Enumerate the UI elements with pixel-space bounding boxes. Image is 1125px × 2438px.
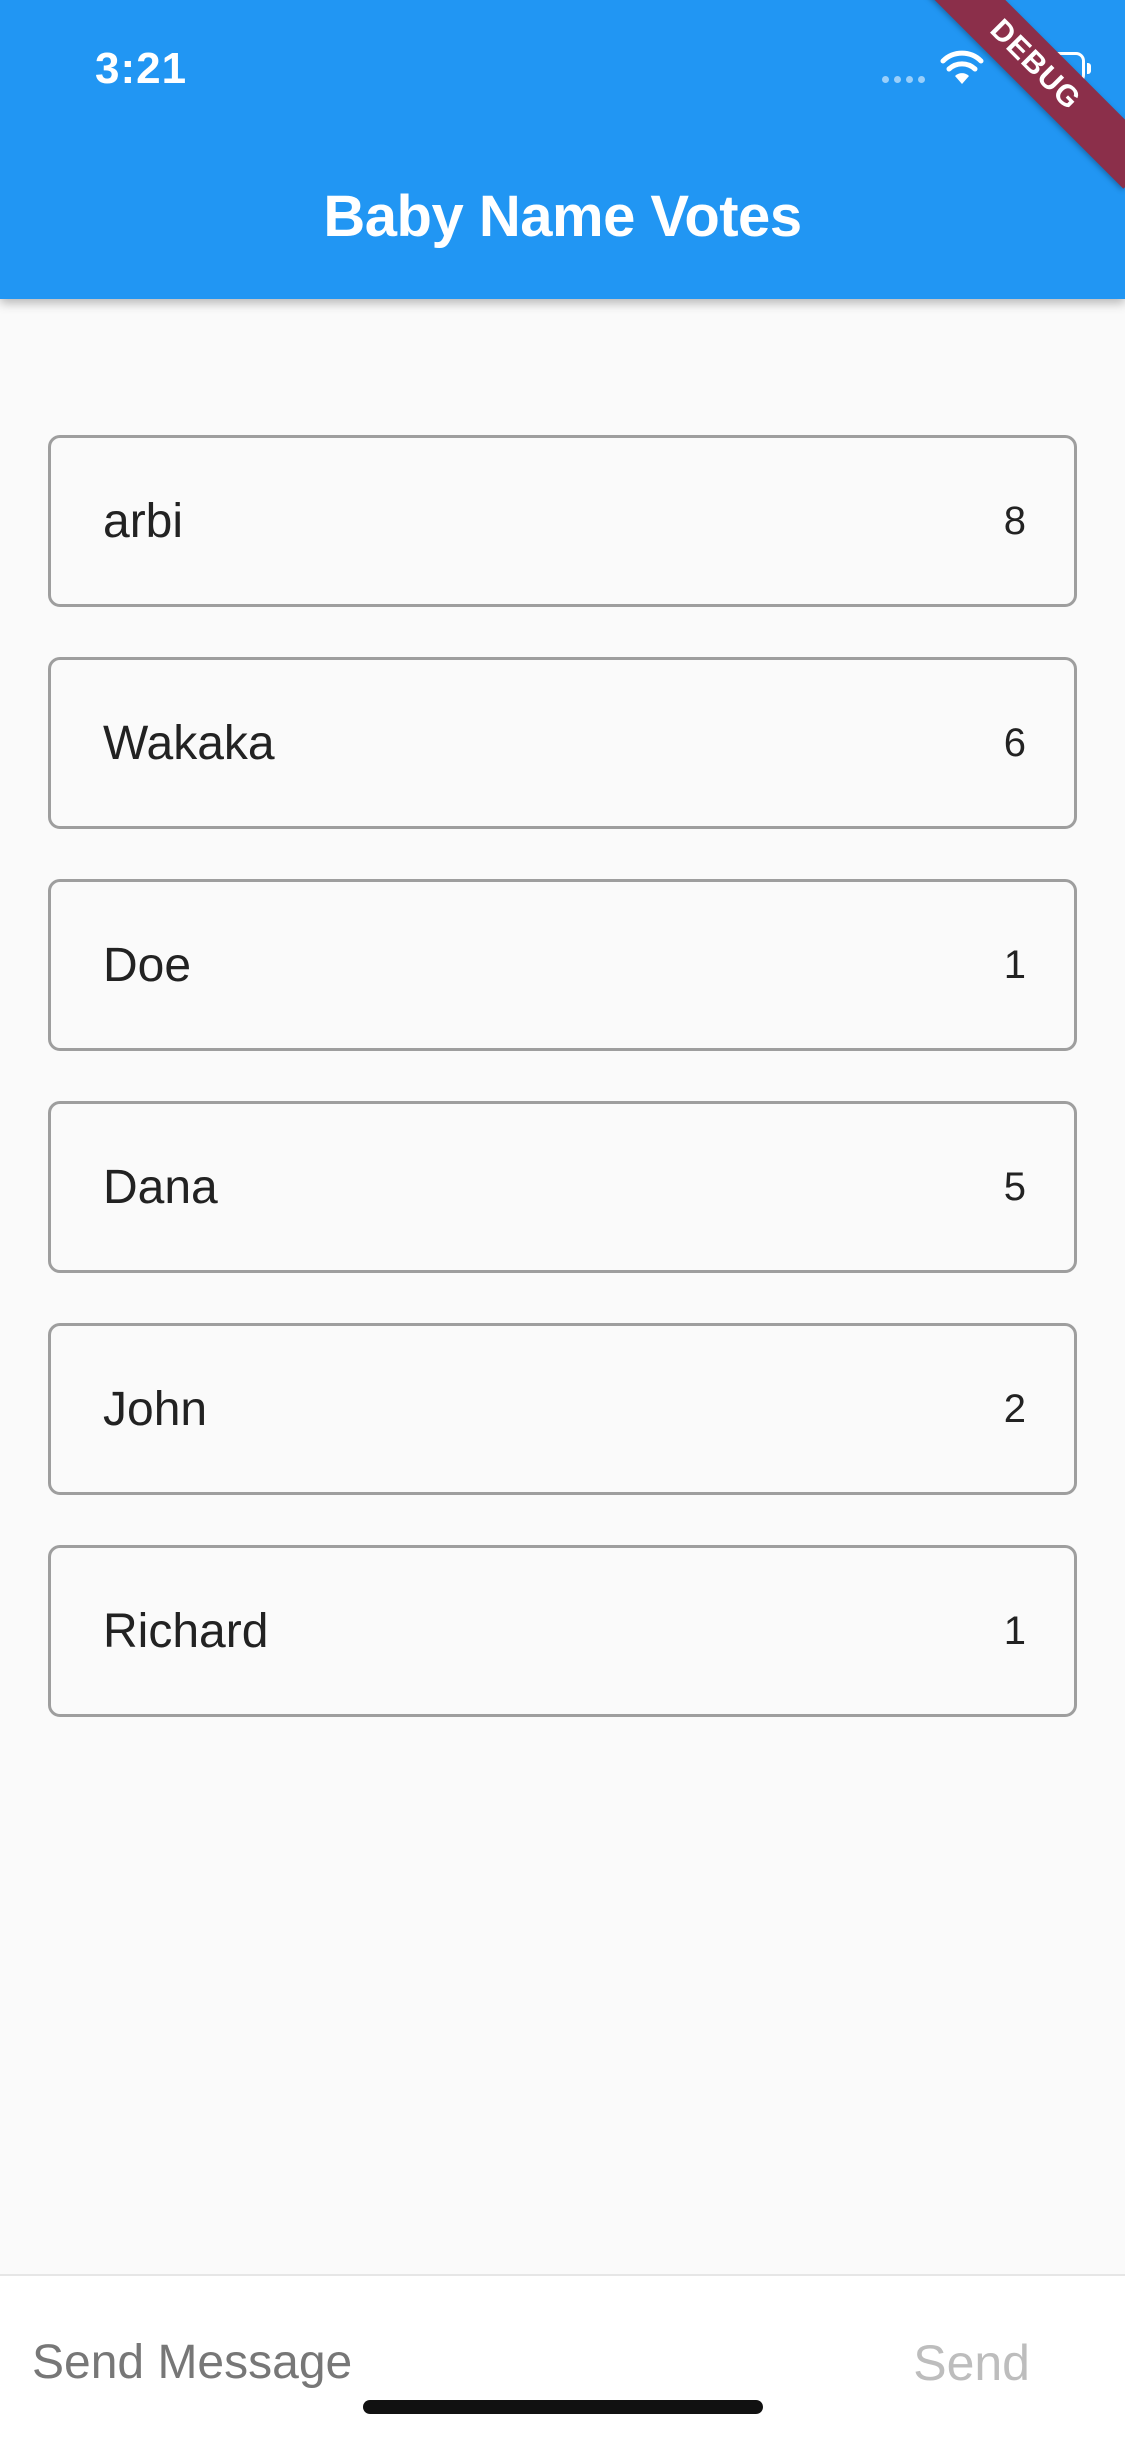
name-label: Richard bbox=[103, 1604, 269, 1658]
name-label: John bbox=[103, 1382, 208, 1436]
home-indicator bbox=[363, 2400, 763, 2414]
wifi-icon bbox=[940, 50, 984, 84]
vote-count: 2 bbox=[1003, 1386, 1026, 1431]
vote-count: 1 bbox=[1003, 942, 1026, 987]
send-button[interactable]: Send bbox=[913, 2334, 1030, 2392]
name-label: arbi bbox=[103, 494, 184, 548]
page-title: Baby Name Votes bbox=[323, 184, 802, 249]
name-list: arbi 8 Wakaka 6 Doe 1 Dana 5 John 2 Richard 1 bbox=[48, 435, 1077, 1767]
vote-count: 8 bbox=[1003, 498, 1026, 543]
status-time: 3:21 bbox=[95, 44, 188, 93]
name-card[interactable]: Doe 1 bbox=[48, 879, 1077, 1051]
name-card[interactable]: Dana 5 bbox=[48, 1101, 1077, 1273]
message-input[interactable] bbox=[30, 2326, 794, 2398]
name-card[interactable]: Richard 1 bbox=[48, 1545, 1077, 1717]
vote-count: 6 bbox=[1003, 720, 1026, 765]
name-card[interactable]: Wakaka 6 bbox=[48, 657, 1077, 829]
name-label: Wakaka bbox=[103, 716, 275, 770]
name-label: Doe bbox=[103, 938, 192, 992]
name-card[interactable]: John 2 bbox=[48, 1323, 1077, 1495]
name-card[interactable]: arbi 8 bbox=[48, 435, 1077, 607]
vote-count: 5 bbox=[1003, 1164, 1026, 1209]
vote-count: 1 bbox=[1003, 1608, 1026, 1653]
app-bar: 3:21 Baby Name Votes bbox=[0, 0, 1125, 299]
name-label: Dana bbox=[103, 1160, 218, 1214]
cellular-signal-icon bbox=[882, 76, 925, 83]
